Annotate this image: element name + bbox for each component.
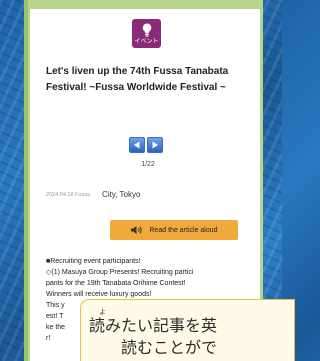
tooltip-line-1: 読みたい記事を英 [89, 316, 218, 335]
body-line: ■Recruiting event participants! [46, 258, 141, 265]
event-badge-label: イベント [134, 38, 159, 45]
read-aloud-label: Read the article aloud [149, 226, 218, 234]
speaker-icon [131, 226, 143, 234]
read-aloud-button[interactable]: Read the article aloud [110, 220, 238, 240]
next-page-button[interactable] [147, 137, 163, 153]
event-badge[interactable]: イベント [132, 19, 161, 48]
translation-tooltip: よ 読みたい記事を英 読むことがで [80, 299, 295, 361]
triangle-left-icon [134, 141, 140, 149]
article-location: City, Tokyo [102, 190, 141, 199]
lightbulb-icon [142, 23, 151, 37]
page-counter: 1/22 [141, 161, 155, 168]
body-line: ◇(1) Masuya Group Presents! Recruiting p… [46, 269, 194, 276]
tooltip-line-2: 読むことがで [121, 338, 218, 357]
triangle-right-icon [152, 141, 158, 149]
body-line: pants for the 19th Tanabata Orihime Cont… [46, 280, 186, 287]
article-date: 2024.04.18 Fussa [46, 191, 91, 198]
prev-page-button[interactable] [129, 137, 145, 153]
pager [129, 137, 163, 153]
article-title: Let's liven up the 74th Fussa Tanabata F… [46, 66, 229, 93]
article-meta: 2024.04.18 Fussa City, Tokyo [46, 190, 140, 199]
